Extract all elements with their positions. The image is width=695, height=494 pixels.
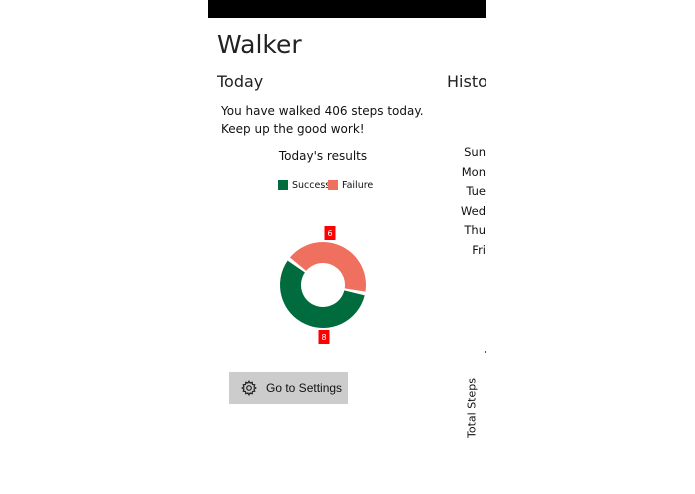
- value-label-text: 6: [327, 229, 332, 238]
- go-to-settings-label: Go to Settings: [266, 381, 343, 395]
- axis-tick: [485, 351, 486, 353]
- legend-swatch-success: [278, 180, 288, 190]
- app-title: Walker: [217, 30, 302, 59]
- y-axis-label-text: Total Steps: [465, 378, 479, 438]
- value-label-success: 8: [318, 330, 330, 344]
- history-day-thu: Thu: [464, 223, 486, 237]
- value-label-failure: 6: [324, 226, 336, 240]
- legend-label-failure: Failure: [342, 179, 374, 191]
- legend-swatch-failure: [328, 180, 338, 190]
- gear-icon: [241, 380, 257, 396]
- value-label-text: 8: [321, 333, 326, 342]
- legend-item-failure: Failure: [328, 178, 373, 192]
- history-day-fri: Fri: [472, 242, 486, 257]
- steps-message: You have walked 406 steps today. Keep up…: [221, 104, 424, 136]
- legend-label-success: Success: [292, 179, 331, 191]
- section-header-today[interactable]: Today: [217, 72, 263, 91]
- chart-title: Today's results: [278, 149, 368, 163]
- history-day-tue: Tue: [466, 184, 486, 198]
- screen: Walker Today Histor You have walked 406 …: [0, 0, 695, 494]
- donut-slice-failure: [289, 242, 366, 292]
- section-header-history[interactable]: Histor: [447, 72, 486, 91]
- legend-item-success: Success: [278, 178, 330, 192]
- go-to-settings-button[interactable]: Go to Settings: [229, 372, 348, 404]
- status-bar: [208, 0, 486, 18]
- donut-chart: 86: [280, 226, 366, 344]
- y-axis-label: Total Steps: [464, 378, 480, 438]
- phone-app-window: Walker Today Histor You have walked 406 …: [208, 0, 486, 494]
- history-day-sun: Sun: [464, 145, 486, 159]
- history-day-wed: Wed: [460, 203, 486, 218]
- history-day-mon: Mon: [461, 164, 486, 179]
